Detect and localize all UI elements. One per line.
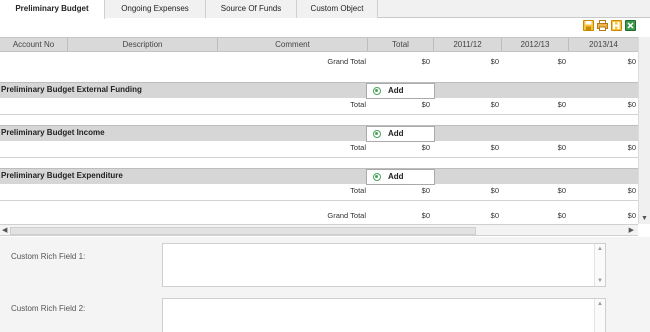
- grand-total-label: Grand Total: [327, 57, 366, 66]
- column-header-2012-13[interactable]: 2012/13: [502, 38, 569, 51]
- add-icon: [373, 87, 381, 95]
- vertical-scrollbar[interactable]: ▼: [638, 37, 650, 224]
- grand-total-value: $0: [627, 57, 636, 66]
- add-icon: [373, 130, 381, 138]
- add-button-label: Add: [388, 129, 404, 138]
- grid-toolbar: [583, 20, 636, 32]
- column-header-description[interactable]: Description: [68, 38, 218, 51]
- print-icon[interactable]: [597, 20, 608, 31]
- section-header: Preliminary Budget Income Add: [0, 125, 638, 142]
- export-icon[interactable]: [611, 20, 622, 31]
- section-title: Preliminary Budget External Funding: [1, 85, 142, 94]
- total-value: $0: [627, 143, 636, 152]
- excel-icon[interactable]: [625, 20, 636, 31]
- section-total-row: Total $0 $0 $0 $0: [0, 99, 638, 111]
- column-header-comment[interactable]: Comment: [218, 38, 368, 51]
- row-divider: [0, 114, 638, 115]
- column-header-2013-14[interactable]: 2013/14: [569, 38, 638, 51]
- custom-rich-field-2-label: Custom Rich Field 2:: [11, 304, 86, 313]
- section-header: Preliminary Budget External Funding Add: [0, 82, 638, 99]
- custom-fields-panel: Custom Rich Field 1: ▲ ▼ Custom Rich Fie…: [0, 237, 650, 332]
- custom-rich-field-1-label: Custom Rich Field 1:: [11, 252, 86, 261]
- total-label: Total: [350, 143, 366, 152]
- scroll-left-icon[interactable]: ◀: [2, 226, 7, 234]
- tab-custom-object[interactable]: Custom Object: [297, 0, 378, 18]
- grand-total-value: $0: [490, 211, 499, 220]
- field-scrollbar[interactable]: ▲ ▼: [594, 244, 605, 286]
- scroll-down-icon[interactable]: ▼: [597, 278, 603, 284]
- total-value: $0: [490, 100, 499, 109]
- total-value: $0: [490, 186, 499, 195]
- total-value: $0: [557, 186, 566, 195]
- total-value: $0: [627, 100, 636, 109]
- horizontal-scrollbar[interactable]: ◀ ▶: [0, 224, 638, 236]
- scroll-up-icon[interactable]: ▲: [597, 246, 603, 252]
- grand-total-row-bottom: Grand Total $0 $0 $0 $0: [0, 210, 638, 222]
- tab-ongoing-expenses[interactable]: Ongoing Expenses: [105, 0, 206, 18]
- total-value: $0: [421, 186, 430, 195]
- tab-source-of-funds[interactable]: Source Of Funds: [206, 0, 297, 18]
- grand-total-value: $0: [490, 57, 499, 66]
- add-button[interactable]: Add: [366, 83, 435, 99]
- section-title: Preliminary Budget Expenditure: [1, 171, 123, 180]
- scroll-down-icon[interactable]: ▼: [641, 215, 648, 222]
- row-divider: [0, 200, 638, 201]
- grand-total-value: $0: [557, 211, 566, 220]
- grand-total-value: $0: [557, 57, 566, 66]
- add-button-label: Add: [388, 172, 404, 181]
- section-total-row: Total $0 $0 $0 $0: [0, 185, 638, 197]
- field-scrollbar[interactable]: ▲: [594, 299, 605, 332]
- grand-total-row-top: Grand Total $0 $0 $0 $0: [0, 56, 638, 68]
- tab-preliminary-budget[interactable]: Preliminary Budget: [0, 0, 105, 19]
- column-header-account-no[interactable]: Account No: [0, 38, 68, 51]
- total-value: $0: [557, 143, 566, 152]
- add-button-label: Add: [388, 86, 404, 95]
- column-header-total[interactable]: Total: [368, 38, 434, 51]
- save-icon[interactable]: [583, 20, 594, 31]
- grand-total-value: $0: [421, 57, 430, 66]
- custom-rich-field-1[interactable]: ▲ ▼: [162, 243, 606, 287]
- section-total-row: Total $0 $0 $0 $0: [0, 142, 638, 154]
- total-label: Total: [350, 100, 366, 109]
- add-icon: [373, 173, 381, 181]
- total-value: $0: [421, 143, 430, 152]
- section-header: Preliminary Budget Expenditure Add: [0, 168, 638, 185]
- tab-bar: Preliminary Budget Ongoing Expenses Sour…: [0, 0, 650, 19]
- grand-total-value: $0: [627, 211, 636, 220]
- grand-total-value: $0: [421, 211, 430, 220]
- row-divider: [0, 157, 638, 158]
- scroll-up-icon[interactable]: ▲: [597, 301, 603, 307]
- scrollbar-thumb[interactable]: [10, 227, 476, 235]
- custom-rich-field-2[interactable]: ▲: [162, 298, 606, 332]
- grand-total-label: Grand Total: [327, 211, 366, 220]
- add-button[interactable]: Add: [366, 126, 435, 142]
- total-value: $0: [627, 186, 636, 195]
- grid-header: Account No Description Comment Total 201…: [0, 37, 638, 52]
- total-value: $0: [557, 100, 566, 109]
- column-header-2011-12[interactable]: 2011/12: [434, 38, 502, 51]
- scroll-right-icon[interactable]: ▶: [629, 226, 634, 234]
- total-value: $0: [490, 143, 499, 152]
- total-value: $0: [421, 100, 430, 109]
- add-button[interactable]: Add: [366, 169, 435, 185]
- total-label: Total: [350, 186, 366, 195]
- section-title: Preliminary Budget Income: [1, 128, 105, 137]
